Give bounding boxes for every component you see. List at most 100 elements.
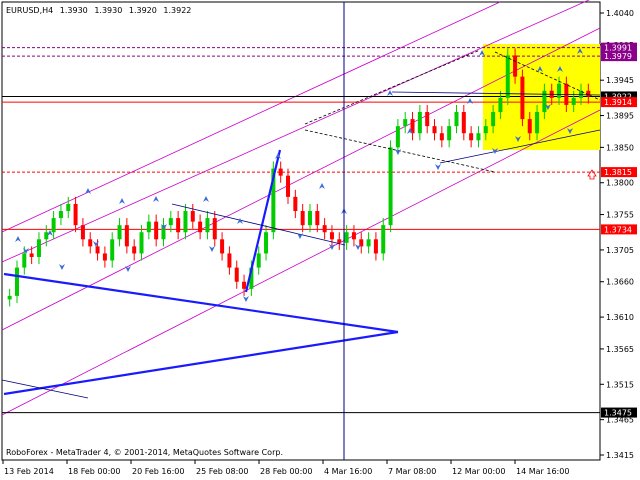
candle-body bbox=[205, 218, 210, 233]
candle-body bbox=[36, 239, 41, 257]
candle-body bbox=[571, 97, 576, 105]
y-tick-label: 1.3945 bbox=[606, 76, 634, 85]
candle-body bbox=[29, 253, 34, 257]
price-tag-label: 1.3914 bbox=[604, 98, 632, 107]
price-tag-label: 1.3815 bbox=[604, 168, 632, 177]
candle-body bbox=[58, 211, 63, 219]
candle-body bbox=[337, 239, 342, 243]
candle-body bbox=[557, 83, 562, 98]
y-tick-label: 1.3660 bbox=[606, 278, 634, 287]
candle-body bbox=[322, 225, 327, 233]
candle-body bbox=[417, 112, 422, 134]
candle-body bbox=[491, 112, 496, 127]
candle-body bbox=[461, 112, 466, 134]
x-tick-label: 18 Feb 00:00 bbox=[68, 467, 120, 476]
candle-body bbox=[300, 211, 305, 226]
candle-body bbox=[242, 281, 247, 289]
candle-body bbox=[447, 126, 452, 141]
y-tick-label: 1.3515 bbox=[606, 380, 634, 389]
y-axis: 1.40401.39951.39451.38951.38501.38001.37… bbox=[600, 9, 634, 460]
candle-body bbox=[498, 97, 503, 113]
candle-body bbox=[139, 232, 144, 254]
price-tag-label: 1.3979 bbox=[604, 52, 632, 61]
candle-body bbox=[527, 119, 532, 134]
candle-body bbox=[388, 147, 393, 226]
candle-body bbox=[307, 211, 312, 226]
price-tags: 1.39911.39791.39221.39141.38151.37341.34… bbox=[601, 42, 637, 418]
candle-body bbox=[212, 218, 217, 240]
candle-body bbox=[520, 76, 525, 120]
candle-body bbox=[505, 55, 510, 98]
candle-body bbox=[432, 126, 437, 134]
candle-body bbox=[351, 232, 356, 240]
x-tick-label: 20 Feb 16:00 bbox=[132, 467, 184, 476]
y-tick-label: 1.3800 bbox=[606, 179, 634, 188]
x-tick-label: 14 Mar 16:00 bbox=[516, 467, 569, 476]
price-chart[interactable]: EURUSD,H4 1.3930 1.3930 1.3920 1.3922 Ro… bbox=[0, 0, 640, 480]
price-tag-label: 1.3475 bbox=[604, 409, 632, 418]
candle-body bbox=[168, 218, 173, 226]
candle-body bbox=[198, 221, 203, 233]
x-tick-label: 4 Mar 16:00 bbox=[324, 467, 372, 476]
candle-body bbox=[14, 267, 19, 296]
x-tick-label: 28 Feb 00:00 bbox=[260, 467, 312, 476]
candle-body bbox=[425, 112, 430, 127]
candle-body bbox=[329, 232, 334, 240]
candle-body bbox=[88, 239, 93, 247]
price-tag-label: 1.3734 bbox=[604, 225, 632, 234]
candle-body bbox=[80, 225, 85, 240]
candle-body bbox=[469, 133, 474, 141]
candle-body bbox=[483, 126, 488, 134]
y-tick-label: 1.3895 bbox=[606, 112, 634, 121]
chart-header: EURUSD,H4 1.3930 1.3930 1.3920 1.3922 bbox=[6, 6, 191, 15]
candle-body bbox=[366, 239, 371, 247]
candle-body bbox=[44, 232, 49, 240]
candle-body bbox=[344, 232, 349, 243]
y-tick-label: 1.3610 bbox=[606, 313, 634, 322]
candle-body bbox=[22, 253, 27, 268]
x-tick-label: 7 Mar 08:00 bbox=[388, 467, 436, 476]
candle-body bbox=[190, 211, 195, 222]
candle-body bbox=[256, 253, 261, 268]
candle-body bbox=[102, 253, 107, 261]
candle-body bbox=[293, 196, 298, 212]
y-tick-label: 1.3850 bbox=[606, 143, 634, 152]
candle-body bbox=[117, 225, 122, 240]
candle-body bbox=[95, 246, 100, 254]
candle-body bbox=[476, 133, 481, 141]
y-tick-label: 1.3415 bbox=[606, 451, 634, 460]
candle-body bbox=[439, 133, 444, 141]
candle-body bbox=[51, 218, 56, 233]
x-tick-label: 13 Feb 2014 bbox=[4, 467, 54, 476]
candle-body bbox=[395, 126, 400, 148]
candle-body bbox=[381, 225, 386, 254]
x-tick-label: 12 Mar 00:00 bbox=[452, 467, 505, 476]
candle-body bbox=[183, 211, 188, 233]
candle-body bbox=[234, 267, 239, 282]
candle-body bbox=[403, 119, 408, 127]
candle-body bbox=[7, 295, 12, 300]
candle-body bbox=[132, 246, 137, 254]
candle-body bbox=[373, 239, 378, 254]
candle-body bbox=[146, 221, 151, 233]
y-tick-label: 1.3705 bbox=[606, 246, 634, 255]
x-tick-label: 25 Feb 08:00 bbox=[196, 467, 248, 476]
candle-body bbox=[124, 225, 129, 247]
candle-body bbox=[454, 112, 459, 127]
candle-body bbox=[154, 221, 159, 240]
x-axis: 13 Feb 2014 18 Feb 00:00 20 Feb 16:00 25 Fe… bbox=[2, 460, 569, 476]
y-tick-label: 1.4040 bbox=[606, 9, 634, 18]
candle-body bbox=[73, 203, 78, 226]
candle-body bbox=[535, 112, 540, 134]
candle-body bbox=[66, 203, 71, 212]
candle-body bbox=[315, 211, 320, 226]
candle-body bbox=[227, 253, 232, 268]
candle-body bbox=[278, 168, 283, 176]
copyright-text: RoboForex - MetaTrader 4, © 2001-2014, M… bbox=[6, 448, 283, 457]
candle-body bbox=[176, 218, 181, 233]
y-tick-label: 1.3755 bbox=[606, 211, 634, 220]
candle-body bbox=[110, 239, 115, 261]
y-tick-label: 1.3565 bbox=[606, 345, 634, 354]
candle-body bbox=[513, 55, 518, 77]
candle-body bbox=[220, 239, 225, 254]
